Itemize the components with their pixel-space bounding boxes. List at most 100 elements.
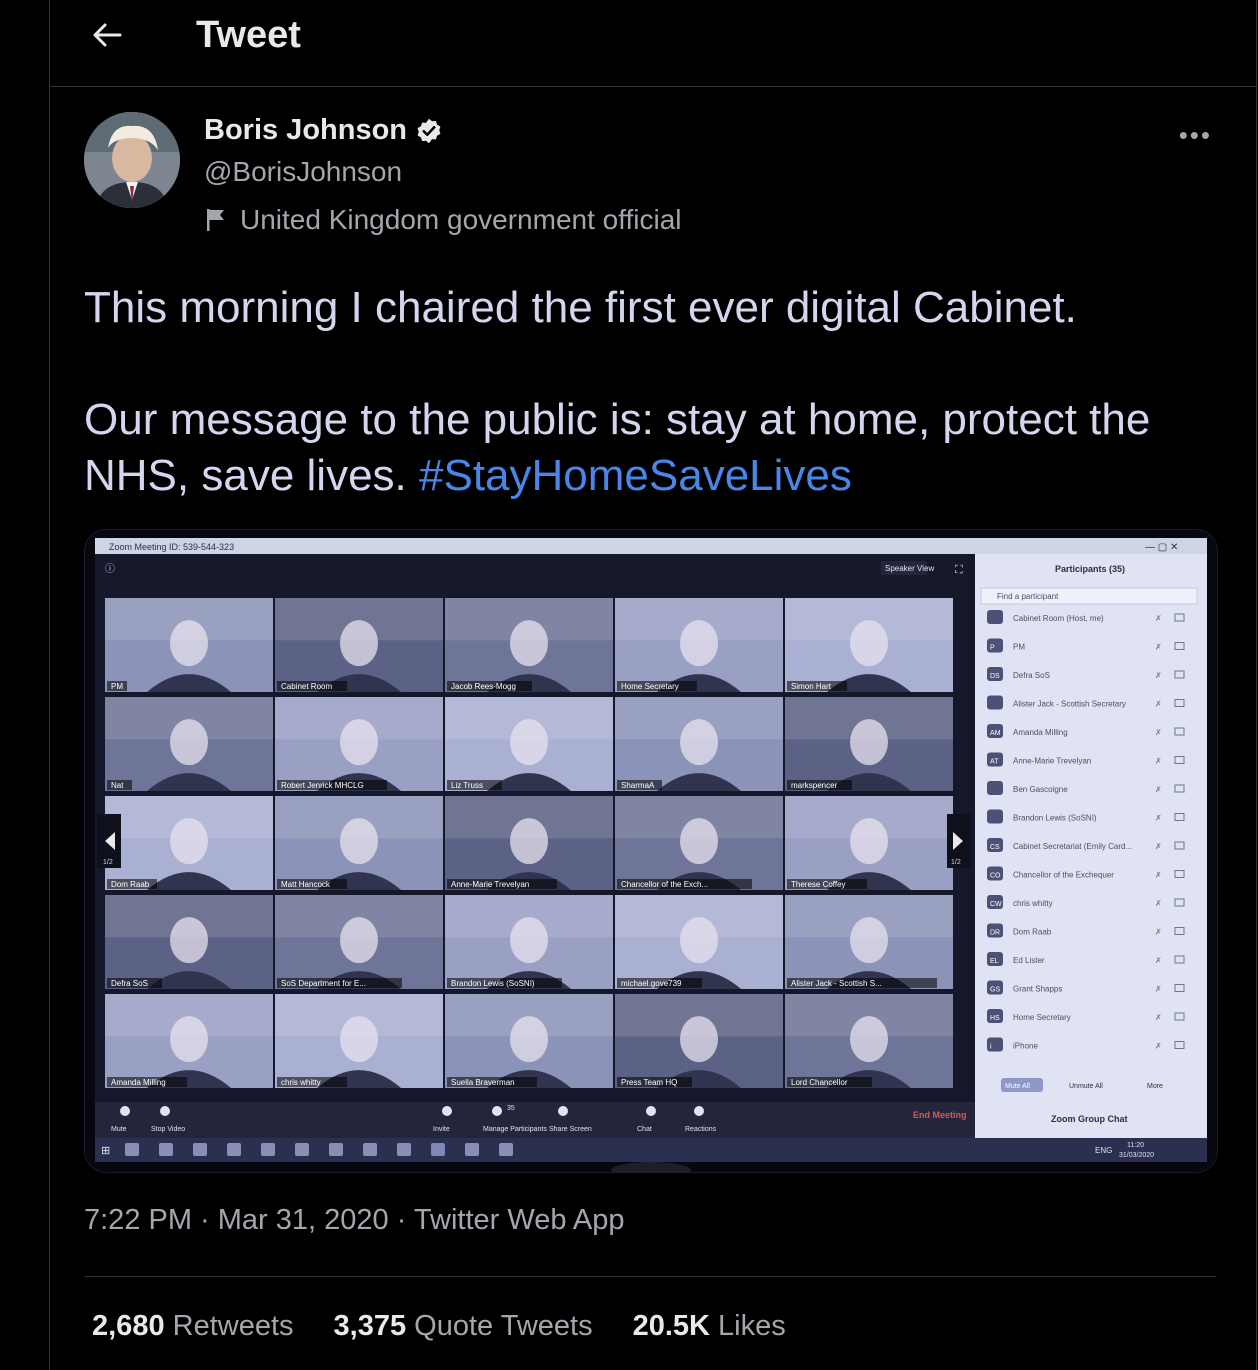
taskbar-time: 11:20: [1127, 1142, 1144, 1149]
participant-initials: EL: [990, 958, 999, 965]
author-name[interactable]: Boris Johnson: [204, 114, 407, 147]
back-button[interactable]: [86, 14, 128, 56]
video-tile[interactable]: Press Team HQ: [615, 994, 783, 1088]
video-tile[interactable]: Simon Hart: [785, 598, 953, 692]
author-handle[interactable]: @BorisJohnson: [204, 156, 402, 188]
taskbar-app-icon[interactable]: [193, 1143, 207, 1156]
windows-start-icon[interactable]: ⊞: [101, 1145, 110, 1157]
mic-muted-icon[interactable]: ✗: [1155, 871, 1162, 880]
tile-name: Lord Chancellor: [791, 1078, 848, 1087]
mic-muted-icon[interactable]: ✗: [1155, 985, 1162, 994]
mic-muted-icon[interactable]: ✗: [1155, 728, 1162, 737]
participant-name: PM: [1013, 643, 1025, 652]
mic-muted-icon[interactable]: ✗: [1155, 614, 1162, 623]
participant-initials: DS: [990, 673, 1000, 680]
end-meeting-button[interactable]: End Meeting: [913, 1110, 967, 1120]
taskbar-app-icon[interactable]: [125, 1143, 139, 1156]
participant-name: Cabinet Room (Host, me): [1013, 614, 1104, 623]
taskbar-app-icon[interactable]: [261, 1143, 275, 1156]
video-tile[interactable]: SoS Department for E...: [275, 895, 443, 989]
speaker-view-button[interactable]: Speaker View: [885, 564, 934, 573]
video-tile[interactable]: Lord Chancellor: [785, 994, 953, 1088]
mic-muted-icon[interactable]: ✗: [1155, 1013, 1162, 1022]
participants-icon: [492, 1106, 502, 1116]
video-tile[interactable]: Matt Hancock: [275, 796, 443, 890]
tile-name: Matt Hancock: [281, 880, 331, 889]
video-tile[interactable]: Alister Jack - Scottish S...: [785, 895, 953, 989]
mic-muted-icon[interactable]: ✗: [1155, 814, 1162, 823]
video-tile[interactable]: Defra SoS: [105, 895, 273, 989]
video-tile[interactable]: Anne-Marie Trevelyan: [445, 796, 613, 890]
more-options-icon[interactable]: •••: [1179, 120, 1212, 151]
video-tile[interactable]: Amanda Milling: [105, 994, 273, 1088]
taskbar-app-icon[interactable]: [159, 1143, 173, 1156]
window-controls[interactable]: — ▢ ✕: [1145, 542, 1178, 553]
mic-muted-icon[interactable]: ✗: [1155, 1042, 1162, 1051]
taskbar-app-icon[interactable]: [465, 1143, 479, 1156]
mic-muted-icon[interactable]: ✗: [1155, 757, 1162, 766]
tile-name: Cabinet Room: [281, 682, 332, 691]
participant-name: Defra SoS: [1013, 671, 1050, 680]
video-tile[interactable]: SharmaA: [615, 697, 783, 791]
video-tile[interactable]: PM: [105, 598, 273, 692]
participant-initials: CO: [990, 873, 1001, 880]
chat-icon: [646, 1106, 656, 1116]
participant-initials: CS: [990, 844, 1000, 851]
info-icon[interactable]: ⓘ: [105, 563, 115, 575]
tweet-timestamp[interactable]: 7:22 PM · Mar 31, 2020 · Twitter Web App: [84, 1204, 625, 1237]
find-participant-input[interactable]: Find a participant: [997, 592, 1059, 601]
participant-name: Chancellor of the Exchequer: [1013, 871, 1114, 880]
tweet-blank-line: [84, 336, 1234, 392]
video-tile[interactable]: Jacob Rees-Mogg: [445, 598, 613, 692]
tile-name: Suella Braverman: [451, 1078, 515, 1087]
avatar[interactable]: [84, 112, 180, 208]
mic-muted-icon[interactable]: ✗: [1155, 956, 1162, 965]
taskbar-app-icon[interactable]: [329, 1143, 343, 1156]
mic-muted-icon[interactable]: ✗: [1155, 671, 1162, 680]
government-label[interactable]: United Kingdom government official: [204, 204, 682, 236]
author-name-row[interactable]: Boris Johnson: [204, 114, 443, 147]
mic-muted-icon[interactable]: ✗: [1155, 928, 1162, 937]
participant-name: Anne-Marie Trevelyan: [1013, 757, 1091, 766]
tweet-media-photo[interactable]: Zoom Meeting ID: 539-544-323 — ▢ ✕ ⓘ Spe…: [84, 529, 1218, 1173]
taskbar-date: 31/03/2020: [1119, 1152, 1154, 1159]
participant-name: Dom Raab: [1013, 928, 1052, 937]
mic-muted-icon[interactable]: ✗: [1155, 899, 1162, 908]
video-tile[interactable]: Cabinet Room: [275, 598, 443, 692]
tile-name: Simon Hart: [791, 682, 832, 691]
mic-muted-icon[interactable]: ✗: [1155, 785, 1162, 794]
video-tile[interactable]: Suella Braverman: [445, 994, 613, 1088]
video-tile[interactable]: markspencer: [785, 697, 953, 791]
likes-label: Likes: [718, 1310, 786, 1342]
video-tile[interactable]: Dom Raab: [105, 796, 273, 890]
video-tile[interactable]: Home Secretary: [615, 598, 783, 692]
mic-muted-icon[interactable]: ✗: [1155, 700, 1162, 709]
more-button[interactable]: More: [1147, 1083, 1163, 1090]
taskbar-app-icon[interactable]: [431, 1143, 445, 1156]
taskbar-app-icon[interactable]: [363, 1143, 377, 1156]
video-tile[interactable]: Nat: [105, 697, 273, 791]
mic-muted-icon[interactable]: ✗: [1155, 842, 1162, 851]
mute-all-button[interactable]: Mute All: [1005, 1083, 1030, 1090]
fullscreen-icon[interactable]: ⛶: [955, 564, 963, 576]
video-tile[interactable]: Liz Truss: [445, 697, 613, 791]
taskbar-app-icon[interactable]: [295, 1143, 309, 1156]
retweets-stat[interactable]: 2,680 Retweets: [92, 1310, 294, 1343]
video-tile[interactable]: Brandon Lewis (SoSNI): [445, 895, 613, 989]
video-tile[interactable]: Robert Jenrick MHCLG: [275, 697, 443, 791]
taskbar-app-icon[interactable]: [499, 1143, 513, 1156]
likes-stat[interactable]: 20.5K Likes: [633, 1310, 786, 1343]
quote-tweets-stat[interactable]: 3,375 Quote Tweets: [334, 1310, 593, 1343]
taskbar-lang: ENG: [1095, 1146, 1112, 1155]
invite-icon: [442, 1106, 452, 1116]
video-tile[interactable]: Therese Coffey: [785, 796, 953, 890]
video-tile[interactable]: Chancellor of the Exch...: [615, 796, 783, 890]
video-tile[interactable]: chris whitty: [275, 994, 443, 1088]
video-tile[interactable]: michael.gove739: [615, 895, 783, 989]
tweet-line-1: This morning I chaired the first ever di…: [84, 283, 1077, 332]
mic-muted-icon[interactable]: ✗: [1155, 643, 1162, 652]
taskbar-app-icon[interactable]: [397, 1143, 411, 1156]
unmute-all-button[interactable]: Unmute All: [1069, 1083, 1103, 1090]
taskbar-app-icon[interactable]: [227, 1143, 241, 1156]
hashtag-link[interactable]: #StayHomeSaveLives: [419, 451, 852, 500]
